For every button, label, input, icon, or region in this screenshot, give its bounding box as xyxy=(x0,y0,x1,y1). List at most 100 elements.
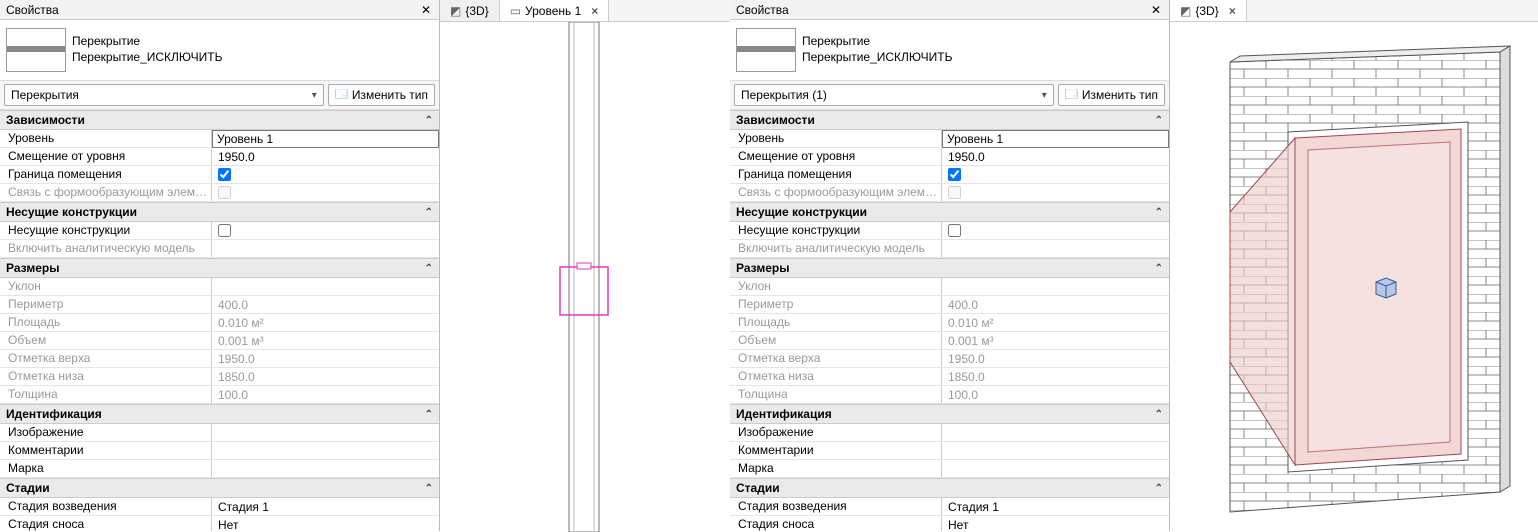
property-value[interactable] xyxy=(942,424,1169,441)
property-value[interactable]: Стадия 1 xyxy=(942,498,1169,515)
close-icon[interactable]: × xyxy=(591,4,598,18)
property-row: Изображение xyxy=(0,424,439,442)
type-thumbnail xyxy=(736,28,796,72)
property-value: 1850.0 xyxy=(212,368,439,385)
property-row: Толщина100.0 xyxy=(730,386,1169,404)
tab-level1[interactable]: ▭ Уровень 1 × xyxy=(500,0,610,21)
property-row: Несущие конструкции xyxy=(730,222,1169,240)
property-row: Марка xyxy=(730,460,1169,478)
property-checkbox[interactable] xyxy=(218,224,231,237)
group-title: Зависимости xyxy=(736,113,815,127)
property-label: Площадь xyxy=(730,314,942,331)
property-row: Отметка верха1950.0 xyxy=(0,350,439,368)
category-dropdown[interactable]: Перекрытия (1) ▾ xyxy=(734,84,1054,106)
property-row: Смещение от уровня1950.0 xyxy=(0,148,439,166)
property-row: Отметка низа1850.0 xyxy=(730,368,1169,386)
property-row: Комментарии xyxy=(730,442,1169,460)
chevron-up-icon: ⌃ xyxy=(425,409,433,420)
properties-panel-right: Свойства ✕ Перекрытие Перекрытие_ИСКЛЮЧИ… xyxy=(730,0,1170,531)
properties-table-left: Зависимости⌃УровеньУровень 1Смещение от … xyxy=(0,110,439,531)
property-checkbox[interactable] xyxy=(948,168,961,181)
group-header[interactable]: Зависимости⌃ xyxy=(730,110,1169,130)
group-header[interactable]: Несущие конструкции⌃ xyxy=(0,202,439,222)
property-value[interactable]: 1950.0 xyxy=(942,148,1169,165)
property-label: Включить аналитическую модель xyxy=(0,240,212,257)
tab-3d[interactable]: ◩ {3D} × xyxy=(1170,0,1247,21)
property-value[interactable] xyxy=(212,460,439,477)
category-dropdown[interactable]: Перекрытия ▾ xyxy=(4,84,324,106)
property-label: Периметр xyxy=(0,296,212,313)
property-label: Объем xyxy=(0,332,212,349)
group-header[interactable]: Идентификация⌃ xyxy=(0,404,439,424)
property-value: 1950.0 xyxy=(212,350,439,367)
property-checkbox xyxy=(948,186,961,199)
property-label: Периметр xyxy=(730,296,942,313)
property-value[interactable] xyxy=(942,222,1169,239)
group-title: Размеры xyxy=(6,261,59,275)
property-row: Периметр400.0 xyxy=(730,296,1169,314)
group-header[interactable]: Стадии⌃ xyxy=(0,478,439,498)
property-label: Связь с формообразующим элеме... xyxy=(0,184,212,201)
property-label: Толщина xyxy=(730,386,942,403)
property-row: Граница помещения xyxy=(730,166,1169,184)
group-header[interactable]: Стадии⌃ xyxy=(730,478,1169,498)
edit-type-button[interactable]: 🗔 Изменить тип xyxy=(328,84,435,106)
group-title: Несущие конструкции xyxy=(736,205,867,219)
group-title: Идентификация xyxy=(736,407,832,421)
property-value[interactable] xyxy=(212,424,439,441)
group-header[interactable]: Размеры⌃ xyxy=(730,258,1169,278)
panel-title: Свойства xyxy=(6,3,59,17)
3d-view-pane: ◩ {3D} × xyxy=(1170,0,1538,531)
property-label: Марка xyxy=(730,460,942,477)
group-header[interactable]: Идентификация⌃ xyxy=(730,404,1169,424)
property-row: Уклон xyxy=(730,278,1169,296)
close-icon[interactable]: ✕ xyxy=(1147,3,1165,17)
group-title: Несущие конструкции xyxy=(6,205,137,219)
property-checkbox[interactable] xyxy=(218,168,231,181)
property-label: Смещение от уровня xyxy=(730,148,942,165)
property-checkbox[interactable] xyxy=(948,224,961,237)
chevron-down-icon: ▾ xyxy=(312,90,317,101)
plan-icon: ▭ xyxy=(510,4,521,18)
property-value[interactable]: Нет xyxy=(942,516,1169,531)
property-label: Отметка низа xyxy=(0,368,212,385)
property-value[interactable] xyxy=(212,222,439,239)
properties-panel-left: Свойства ✕ Перекрытие Перекрытие_ИСКЛЮЧИ… xyxy=(0,0,440,531)
property-value: 0.010 м² xyxy=(942,314,1169,331)
property-row: Стадия сносаНет xyxy=(730,516,1169,531)
type-label: Перекрытие_ИСКЛЮЧИТЬ xyxy=(802,50,952,66)
group-header[interactable]: Размеры⌃ xyxy=(0,258,439,278)
property-value: 0.001 м³ xyxy=(942,332,1169,349)
family-label: Перекрытие xyxy=(72,34,222,50)
type-selector[interactable]: Перекрытие Перекрытие_ИСКЛЮЧИТЬ xyxy=(730,20,1169,81)
3d-canvas[interactable] xyxy=(1170,22,1538,531)
property-value: 0.001 м³ xyxy=(212,332,439,349)
group-header[interactable]: Зависимости⌃ xyxy=(0,110,439,130)
close-icon[interactable]: ✕ xyxy=(417,3,435,17)
property-value[interactable]: Нет xyxy=(212,516,439,531)
property-value: 0.010 м² xyxy=(212,314,439,331)
property-value[interactable]: Стадия 1 xyxy=(212,498,439,515)
property-label: Отметка низа xyxy=(730,368,942,385)
property-label: Отметка верха xyxy=(0,350,212,367)
view-tabs: ◩ {3D} × xyxy=(1170,0,1538,22)
property-value[interactable] xyxy=(942,442,1169,459)
property-label: Несущие конструкции xyxy=(0,222,212,239)
property-row: Включить аналитическую модель xyxy=(730,240,1169,258)
property-value[interactable]: Уровень 1 xyxy=(212,130,439,148)
edit-type-button[interactable]: 🗔 Изменить тип xyxy=(1058,84,1165,106)
group-header[interactable]: Несущие конструкции⌃ xyxy=(730,202,1169,222)
property-value[interactable] xyxy=(942,166,1169,183)
close-icon[interactable]: × xyxy=(1229,4,1236,18)
type-selector[interactable]: Перекрытие Перекрытие_ИСКЛЮЧИТЬ xyxy=(0,20,439,81)
tab-3d[interactable]: ◩ {3D} xyxy=(440,0,500,21)
category-row: Перекрытия (1) ▾ 🗔 Изменить тип xyxy=(730,81,1169,110)
property-value[interactable]: Уровень 1 xyxy=(942,130,1169,148)
plan-canvas[interactable] xyxy=(440,22,730,531)
property-value[interactable] xyxy=(942,460,1169,477)
property-value[interactable]: 1950.0 xyxy=(212,148,439,165)
property-value[interactable] xyxy=(212,442,439,459)
property-value xyxy=(942,278,1169,295)
property-value xyxy=(212,278,439,295)
property-value[interactable] xyxy=(212,166,439,183)
